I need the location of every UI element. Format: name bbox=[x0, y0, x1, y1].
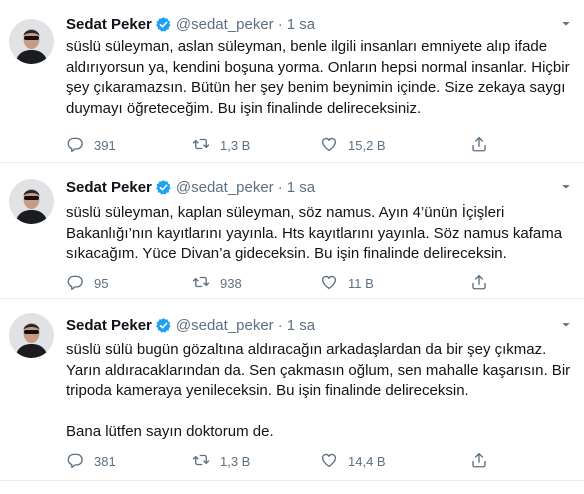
tweet-text-line: aldırıyorsun ya, kendini boşuna yorma. O… bbox=[66, 58, 570, 76]
reply-count: 95 bbox=[94, 275, 109, 291]
retweet-button[interactable]: 1,3 B bbox=[192, 135, 250, 155]
tweet-text: süslü süleyman, aslan süleyman, benle il… bbox=[66, 37, 576, 119]
tweet-text-line: sıkacağım. Yüce Divan’a gideceksin. Bu i… bbox=[66, 245, 507, 262]
display-name[interactable]: Sedat Peker bbox=[66, 16, 152, 33]
share-icon bbox=[470, 451, 488, 472]
reply-icon bbox=[66, 273, 84, 294]
reply-count: 391 bbox=[94, 137, 116, 153]
share-button[interactable] bbox=[470, 273, 488, 293]
tweet-feed: Sedat Peker @sedat_peker · 1 sa süslü sü… bbox=[0, 0, 584, 494]
share-icon bbox=[470, 273, 488, 294]
retweet-icon bbox=[192, 273, 210, 294]
avatar[interactable] bbox=[9, 313, 54, 358]
tweet[interactable]: Sedat Peker @sedat_peker · 1 sa süslü sü… bbox=[0, 0, 584, 163]
tweet-actions: 95 938 11 B bbox=[66, 273, 496, 293]
verified-badge-icon bbox=[155, 317, 172, 334]
more-options-icon[interactable] bbox=[556, 15, 576, 35]
reply-button[interactable]: 391 bbox=[66, 135, 116, 155]
like-count: 11 B bbox=[348, 275, 374, 291]
tweet-text-line: süslü süleyman, aslan süleyman, benle il… bbox=[66, 38, 548, 55]
tweet-text-line: şey çıkaramazsın. Bütün her şey benim be… bbox=[66, 79, 566, 96]
like-button[interactable]: 14,4 B bbox=[320, 451, 386, 471]
tweet-actions: 381 1,3 B 14,4 B bbox=[66, 451, 496, 471]
like-button[interactable]: 15,2 B bbox=[320, 135, 386, 155]
retweet-count: 1,3 B bbox=[220, 137, 251, 153]
user-handle[interactable]: @sedat_peker bbox=[176, 16, 274, 33]
like-button[interactable]: 11 B bbox=[320, 273, 374, 293]
tweet[interactable]: Sedat Peker @sedat_peker · 1 sa süslü sü… bbox=[0, 163, 584, 299]
like-icon bbox=[320, 273, 338, 294]
tweet-actions: 391 1,3 B 15,2 B bbox=[66, 135, 496, 155]
user-handle[interactable]: @sedat_peker bbox=[176, 317, 274, 334]
tweet-text-line: Bakanlığı’nın kayıtlarını yayınla. Hts k… bbox=[66, 224, 563, 242]
retweet-button[interactable]: 938 bbox=[192, 273, 242, 293]
separator-dot: · bbox=[277, 178, 283, 196]
display-name[interactable]: Sedat Peker bbox=[66, 317, 152, 334]
retweet-icon bbox=[192, 451, 210, 472]
reply-button[interactable]: 381 bbox=[66, 451, 116, 471]
reply-icon bbox=[66, 451, 84, 472]
like-count: 14,4 B bbox=[348, 453, 386, 469]
more-options-icon[interactable] bbox=[556, 316, 576, 336]
tweet-text: süslü sülü bugün gözaltına aldıracağın a… bbox=[66, 340, 576, 443]
tweet-text-line: Yarın aldıracaklarından da. Sen çakmasın… bbox=[66, 361, 571, 379]
retweet-count: 938 bbox=[220, 275, 242, 291]
timestamp[interactable]: 1 sa bbox=[287, 179, 315, 196]
tweet-text: süslü süleyman, kaplan süleyman, söz nam… bbox=[66, 203, 576, 265]
share-button[interactable] bbox=[470, 451, 488, 471]
retweet-count: 1,3 B bbox=[220, 453, 251, 469]
separator-dot: · bbox=[277, 15, 283, 33]
reply-button[interactable]: 95 bbox=[66, 273, 108, 293]
separator-dot: · bbox=[277, 316, 283, 334]
more-options-icon[interactable] bbox=[556, 178, 576, 198]
display-name[interactable]: Sedat Peker bbox=[66, 179, 152, 196]
tweet-text-line: duymayı öğreteceğim. Bu işin finalinde d… bbox=[66, 99, 422, 117]
retweet-icon bbox=[192, 135, 210, 156]
reply-icon bbox=[66, 135, 84, 156]
tweet-text-line: süslü sülü bugün gözaltına aldıracağın a… bbox=[66, 341, 547, 358]
verified-badge-icon bbox=[155, 16, 172, 33]
verified-badge-icon bbox=[155, 179, 172, 196]
like-count: 15,2 B bbox=[348, 137, 386, 153]
tweet-text-line: süslü süleyman, kaplan süleyman, söz nam… bbox=[66, 204, 505, 221]
tweet-text-line: Bana lütfen sayın doktorum de. bbox=[66, 423, 274, 440]
retweet-button[interactable]: 1,3 B bbox=[192, 451, 250, 471]
timestamp[interactable]: 1 sa bbox=[287, 16, 315, 33]
tweet[interactable]: Sedat Peker @sedat_peker · 1 sa süslü sü… bbox=[0, 299, 584, 481]
share-icon bbox=[470, 135, 488, 156]
share-button[interactable] bbox=[470, 135, 488, 155]
like-icon bbox=[320, 451, 338, 472]
user-handle[interactable]: @sedat_peker bbox=[176, 179, 274, 196]
avatar[interactable] bbox=[9, 179, 54, 224]
avatar[interactable] bbox=[9, 19, 54, 64]
like-icon bbox=[320, 135, 338, 156]
reply-count: 381 bbox=[94, 453, 116, 469]
tweet-text-line: tripoda kameraya yenileceksin. Bu işin f… bbox=[66, 382, 469, 399]
timestamp[interactable]: 1 sa bbox=[287, 317, 315, 334]
